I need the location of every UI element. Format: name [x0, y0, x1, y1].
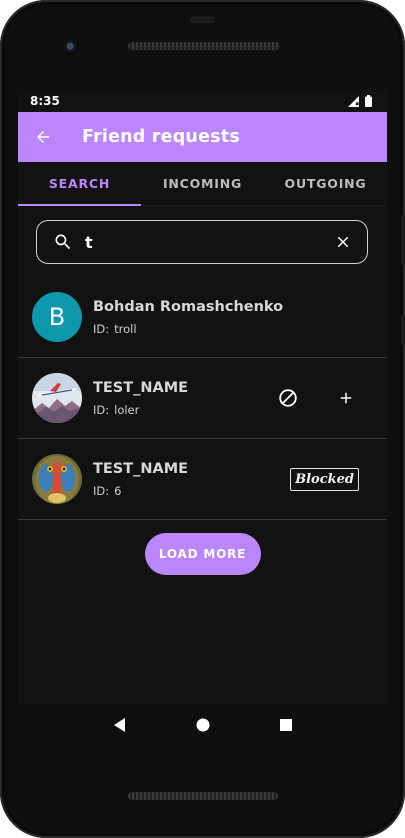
avatar	[32, 454, 82, 504]
user-name: TEST_NAME	[93, 379, 189, 396]
user-info: TEST_NAME ID: 6	[93, 461, 290, 498]
user-id-label: ID:	[93, 483, 110, 498]
user-info: Bohdan Romashchenko ID: troll	[93, 299, 387, 336]
user-id-label: ID:	[93, 321, 110, 336]
add-friend-button[interactable]	[317, 378, 375, 418]
row-actions	[259, 378, 375, 418]
user-id: ID: 6	[93, 484, 290, 498]
nav-recents-icon[interactable]	[278, 717, 294, 733]
add-icon	[340, 392, 352, 404]
avatar	[32, 373, 82, 423]
user-name: TEST_NAME	[93, 460, 189, 477]
back-arrow-icon	[37, 131, 49, 143]
back-button[interactable]	[18, 112, 68, 162]
blocked-badge: Blocked	[290, 467, 359, 491]
block-icon	[279, 389, 297, 407]
tab-incoming[interactable]: INCOMING	[141, 162, 264, 205]
nav-home-icon[interactable]	[195, 717, 211, 733]
top-slot	[190, 16, 215, 23]
clear-search-button[interactable]	[331, 230, 355, 254]
list-item[interactable]: TEST_NAME ID: 6 Blocked	[18, 439, 387, 520]
status-time: 8:35	[30, 94, 60, 108]
battery-icon	[365, 95, 372, 107]
signal-icon	[348, 95, 359, 107]
block-user-button[interactable]	[259, 378, 317, 418]
volume-button	[401, 215, 405, 265]
user-id-label: ID:	[93, 402, 110, 417]
load-more-container: LOAD MORE	[18, 533, 387, 575]
user-name: Bohdan Romashchenko	[93, 298, 284, 315]
list-item[interactable]: B Bohdan Romashchenko ID: troll	[18, 277, 387, 358]
search-input[interactable]	[83, 231, 331, 253]
power-button	[401, 315, 405, 345]
search-field[interactable]	[36, 220, 368, 264]
user-info: TEST_NAME ID: loler	[93, 380, 259, 417]
user-id-value: 6	[114, 483, 122, 498]
clear-icon	[337, 236, 349, 248]
bottom-speaker	[128, 792, 278, 800]
avatar-letter: B	[48, 303, 66, 331]
tab-bar: SEARCH INCOMING OUTGOING	[18, 162, 387, 206]
search-icon	[55, 234, 71, 250]
tab-outgoing[interactable]: OUTGOING	[264, 162, 387, 205]
page-title: Friend requests	[82, 127, 240, 147]
status-icons	[348, 95, 372, 107]
user-id: ID: loler	[93, 403, 259, 417]
user-id-value: troll	[114, 321, 137, 336]
app-bar: Friend requests	[18, 112, 387, 162]
avatar-mandrill-image	[32, 454, 82, 504]
user-id-value: loler	[114, 402, 140, 417]
tab-search[interactable]: SEARCH	[18, 162, 141, 205]
nav-back-icon[interactable]	[112, 717, 128, 733]
search-container	[18, 206, 387, 264]
load-more-button[interactable]: LOAD MORE	[144, 533, 261, 575]
front-camera	[63, 39, 79, 55]
avatar-airplane-image	[32, 373, 82, 423]
phone-frame: 8:35 Friend requests SEARCH INCOMING OUT…	[0, 0, 405, 838]
avatar: B	[32, 292, 82, 342]
user-list: B Bohdan Romashchenko ID: troll TEST_NAM…	[18, 277, 387, 520]
system-nav-bar	[18, 704, 387, 746]
list-item[interactable]: TEST_NAME ID: loler	[18, 358, 387, 439]
user-id: ID: troll	[93, 322, 387, 336]
screen: 8:35 Friend requests SEARCH INCOMING OUT…	[18, 90, 387, 704]
earpiece-speaker	[128, 42, 280, 50]
status-bar: 8:35	[18, 90, 387, 112]
